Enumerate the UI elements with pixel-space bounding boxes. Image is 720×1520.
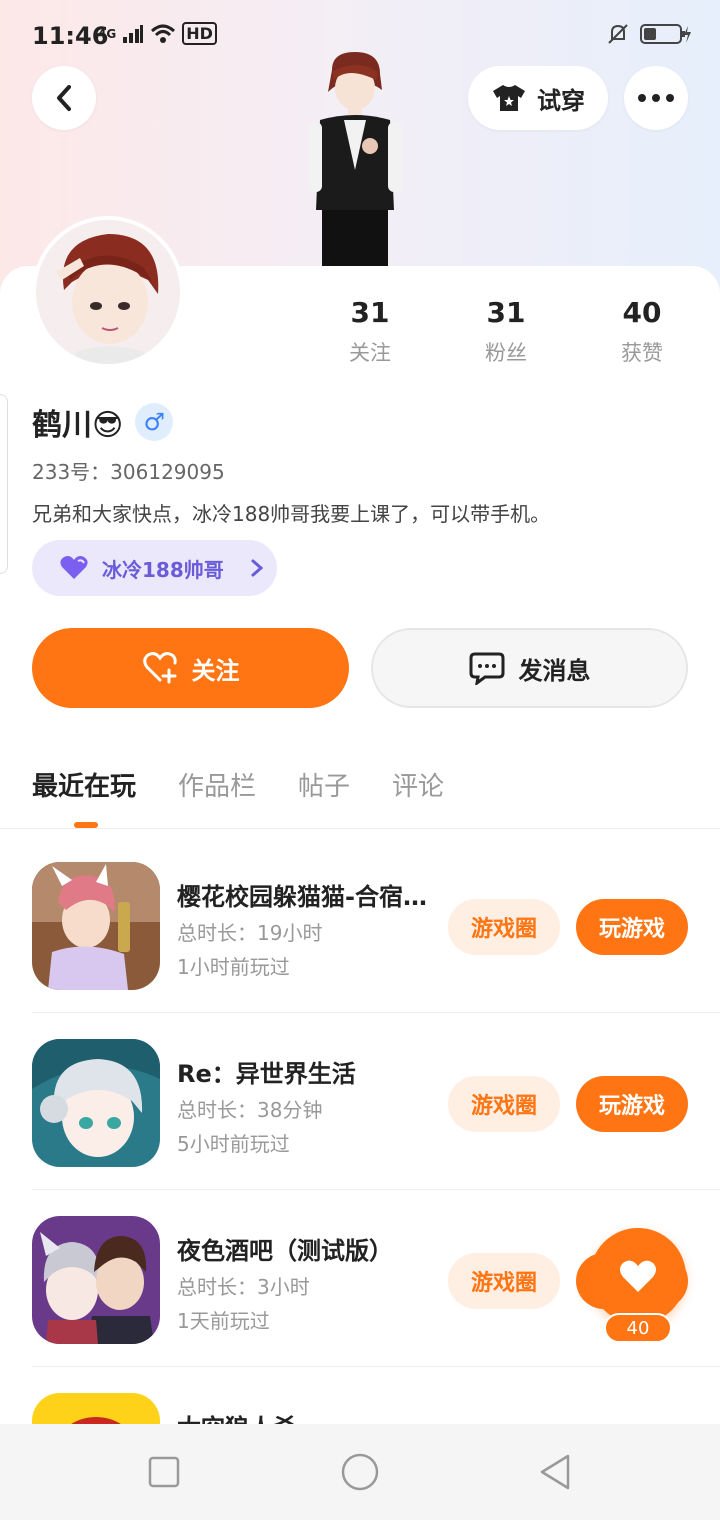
- game-circle-button[interactable]: 游戏圈: [448, 899, 560, 955]
- avatar-3d-character[interactable]: [298, 50, 412, 266]
- chat-icon: [469, 652, 504, 685]
- avatar[interactable]: [32, 216, 184, 368]
- system-navigation-bar: [0, 1424, 720, 1520]
- more-options-button[interactable]: [624, 66, 688, 130]
- game-icon-image: [32, 1393, 160, 1424]
- stat-value: 31: [486, 296, 526, 329]
- game-list-item[interactable]: Re：异世界生活 总时长：38分钟 5小时前玩过 游戏圈 玩游戏: [0, 1006, 720, 1183]
- send-message-button[interactable]: 发消息: [371, 628, 688, 708]
- game-last-played: 1天前玩过: [177, 1309, 270, 1333]
- stat-likes[interactable]: 40 获赞: [574, 296, 710, 367]
- game-icon-image: [32, 1039, 160, 1167]
- back-button[interactable]: [32, 66, 96, 130]
- game-title: 太空狼人杀: [177, 1408, 297, 1424]
- follow-label: 关注: [191, 656, 240, 685]
- game-list-item[interactable]: 樱花校园躲猫猫-合宿… 总时长：19小时 1小时前玩过 游戏圈 玩游戏: [0, 829, 720, 1006]
- game-icon[interactable]: [32, 862, 160, 990]
- game-title: 樱花校园躲猫猫-合宿…: [177, 883, 427, 911]
- nav-back-icon[interactable]: [534, 1450, 578, 1494]
- network-label: 4G: [98, 26, 117, 41]
- game-list-item[interactable]: 太空狼人杀: [0, 1360, 720, 1424]
- try-on-button[interactable]: 试穿: [468, 66, 608, 130]
- profile-stats: 31 关注 31 粉丝 40 获赞: [302, 296, 712, 367]
- game-last-played: 5小时前玩过: [177, 1132, 290, 1156]
- tab-recently-played[interactable]: 最近在玩: [32, 766, 136, 803]
- status-time: 11:46: [32, 22, 109, 50]
- game-title: Re：异世界生活: [177, 1060, 356, 1088]
- play-game-button[interactable]: 玩游戏: [576, 1076, 688, 1132]
- name-row: 鹤川😎 ♂: [32, 400, 174, 444]
- game-duration: 总时长：19小时: [177, 921, 323, 945]
- stat-value: 31: [350, 296, 390, 329]
- hd-label: HD: [182, 22, 217, 45]
- user-id: 233号：306129095: [32, 460, 225, 484]
- stat-followers[interactable]: 31 粉丝: [438, 296, 574, 367]
- profile-tag-button[interactable]: 冰冷188帅哥: [32, 540, 277, 596]
- game-icon[interactable]: [32, 1393, 160, 1424]
- side-drawer-handle[interactable]: [0, 394, 8, 574]
- like-heart-icon: [620, 1260, 656, 1292]
- game-last-played: 1小时前玩过: [177, 955, 290, 979]
- stat-label: 关注: [349, 341, 391, 365]
- user-name: 鹤川😎: [32, 408, 124, 443]
- status-icons-right: [606, 22, 692, 46]
- user-bio: 兄弟和大家快点，冰冷188帅哥我要上课了，可以带手机。: [32, 502, 551, 526]
- chevron-right-icon: [251, 559, 264, 577]
- floating-like-button[interactable]: [590, 1228, 686, 1324]
- battery-icon: [640, 24, 691, 44]
- game-title: 夜色酒吧（测试版）: [177, 1237, 393, 1265]
- game-icon[interactable]: [32, 1216, 160, 1344]
- follow-button[interactable]: 关注: [32, 628, 349, 708]
- avatar-image: [36, 220, 180, 364]
- more-icon: [638, 94, 674, 102]
- game-icon-image: [32, 1216, 160, 1344]
- purple-heart-icon: [60, 556, 88, 579]
- status-icons-left: 4G HD: [98, 22, 217, 45]
- game-icon-image: [32, 862, 160, 990]
- heart-plus-icon: [142, 652, 177, 684]
- home-icon[interactable]: [338, 1450, 382, 1494]
- game-duration: 总时长：38分钟: [177, 1098, 323, 1122]
- back-icon: [57, 85, 71, 111]
- stat-label: 粉丝: [485, 341, 527, 365]
- tshirt-icon: [493, 85, 525, 111]
- mute-icon: [608, 24, 628, 44]
- floating-like-count: 40: [604, 1313, 672, 1343]
- try-on-label: 试穿: [537, 86, 585, 115]
- profile-tabs: 最近在玩 作品栏 帖子 评论: [32, 766, 444, 803]
- stat-following[interactable]: 31 关注: [302, 296, 438, 367]
- game-circle-button[interactable]: 游戏圈: [448, 1253, 560, 1309]
- play-game-button[interactable]: 玩游戏: [576, 899, 688, 955]
- signal-icon: [123, 24, 144, 43]
- game-circle-button[interactable]: 游戏圈: [448, 1076, 560, 1132]
- tab-posts[interactable]: 帖子: [298, 766, 350, 803]
- tab-comments[interactable]: 评论: [392, 766, 444, 803]
- stat-value: 40: [622, 296, 662, 329]
- recent-apps-icon[interactable]: [142, 1450, 186, 1494]
- wifi-icon: [151, 24, 176, 43]
- game-duration: 总时长：3小时: [177, 1275, 310, 1299]
- stat-label: 获赞: [621, 341, 663, 365]
- game-icon[interactable]: [32, 1039, 160, 1167]
- send-message-label: 发消息: [518, 656, 591, 685]
- profile-tag-label: 冰冷188帅哥: [102, 557, 224, 582]
- tab-works[interactable]: 作品栏: [178, 766, 256, 803]
- gender-male-badge: ♂: [135, 403, 174, 441]
